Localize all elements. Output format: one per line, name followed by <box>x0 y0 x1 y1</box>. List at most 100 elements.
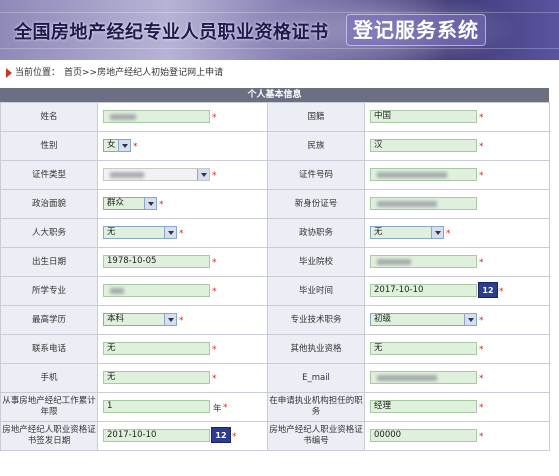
required-mark: * <box>499 287 504 297</box>
mobile-label: 手机 <box>0 363 98 393</box>
email-input[interactable] <box>370 371 477 384</box>
school-label: 毕业院校 <box>267 247 365 277</box>
required-mark: * <box>479 316 484 326</box>
education-value: 本科 <box>107 314 125 324</box>
breadcrumb: 当前位置： 首页 >>房地产经纪人初始登记网上申请 <box>0 66 559 80</box>
required-mark: * <box>212 113 217 123</box>
form-row: 所学专业 * 毕业时间 2017-10-10 12 * <box>0 276 550 306</box>
redacted-text <box>377 375 437 381</box>
required-mark: * <box>159 200 164 210</box>
form-row: 证件类型 * 证件号码 * <box>0 160 550 190</box>
political-status-value: 群众 <box>107 198 125 208</box>
required-mark: * <box>479 113 484 123</box>
form-row: 手机 无 * E_mail * <box>0 363 550 393</box>
required-mark: * <box>212 287 217 297</box>
education-label: 最高学历 <box>0 305 98 335</box>
nationality-label: 国籍 <box>267 102 365 132</box>
npc-position-label: 人大职务 <box>0 218 98 248</box>
npc-position-select[interactable]: 无 <box>103 226 177 239</box>
banner-line <box>0 12 559 13</box>
birth-date-label: 出生日期 <box>0 247 98 277</box>
phone-input[interactable]: 无 <box>103 342 210 355</box>
location-arrow-icon <box>6 68 12 78</box>
gender-select[interactable]: 女 <box>103 139 131 152</box>
chevron-down-icon[interactable] <box>431 227 443 238</box>
npc-position-value: 无 <box>107 227 116 237</box>
required-mark: * <box>479 374 484 384</box>
work-years-input[interactable]: 1 <box>103 400 210 413</box>
certificate-date-label: 房地产经纪人职业资格证书签发日期 <box>0 421 98 451</box>
certificate-date-input[interactable]: 2017-10-10 <box>103 429 210 442</box>
chevron-down-icon[interactable] <box>197 169 209 180</box>
work-years-label: 从事房地产经纪工作累计年限 <box>0 392 98 422</box>
required-mark: * <box>212 171 217 181</box>
required-mark: * <box>212 345 217 355</box>
mobile-input[interactable]: 无 <box>103 371 210 384</box>
chevron-down-icon[interactable] <box>144 198 156 209</box>
cppcc-position-select[interactable]: 无 <box>370 226 444 239</box>
redacted-text <box>377 259 411 265</box>
agency-position-input[interactable]: 经理 <box>370 400 477 413</box>
redacted-text <box>110 114 136 120</box>
banner-title: 全国房地产经纪专业人员职业资格证书 <box>14 22 329 43</box>
major-input[interactable] <box>103 284 210 297</box>
professional-title-select[interactable]: 初级 <box>370 313 477 326</box>
political-status-select[interactable]: 群众 <box>103 197 157 210</box>
redacted-text <box>377 201 437 207</box>
other-qualification-input[interactable]: 无 <box>370 342 477 355</box>
required-mark: * <box>479 345 484 355</box>
certificate-number-label: 房地产经纪人职业资格证书编号 <box>267 421 365 451</box>
header-banner: 全国房地产经纪专业人员职业资格证书 登记服务系统 <box>0 0 559 60</box>
personal-info-form: 姓名 * 国籍 中国 * 性别 女 * 民族 汉 * 证件类型 * 证件号码 *… <box>0 102 550 451</box>
certificate-number-input[interactable]: 00000 <box>370 429 477 442</box>
chevron-down-icon[interactable] <box>164 227 176 238</box>
form-row: 姓名 * 国籍 中国 * <box>0 102 550 132</box>
required-mark: * <box>133 142 138 152</box>
form-row: 联系电话 无 * 其他执业资格 无 * <box>0 334 550 364</box>
required-mark: * <box>479 432 484 442</box>
required-mark: * <box>223 403 228 413</box>
banner-subtitle: 登记服务系统 <box>346 14 486 46</box>
professional-title-value: 初级 <box>374 314 392 324</box>
form-row: 出生日期 1978-10-05 * 毕业院校 * <box>0 247 550 277</box>
other-qualification-label: 其他执业资格 <box>267 334 365 364</box>
political-status-label: 政治面貌 <box>0 189 98 219</box>
id-type-select[interactable] <box>103 168 210 181</box>
chevron-down-icon[interactable] <box>464 314 476 325</box>
cppcc-position-value: 无 <box>374 227 383 237</box>
nationality-input[interactable]: 中国 <box>370 110 477 123</box>
ethnicity-input[interactable]: 汉 <box>370 139 477 152</box>
section-title: 个人基本信息 <box>0 88 549 102</box>
chevron-down-icon[interactable] <box>164 314 176 325</box>
ethnicity-label: 民族 <box>267 131 365 161</box>
required-mark: * <box>479 142 484 152</box>
chevron-down-icon[interactable] <box>118 140 130 151</box>
name-label: 姓名 <box>0 102 98 132</box>
breadcrumb-home-link[interactable]: 首页 <box>64 66 82 80</box>
required-mark: * <box>179 229 184 239</box>
gender-value: 女 <box>107 140 116 150</box>
form-row: 性别 女 * 民族 汉 * <box>0 131 550 161</box>
work-years-unit: 年 <box>213 404 222 414</box>
education-select[interactable]: 本科 <box>103 313 177 326</box>
id-number-input[interactable] <box>370 168 477 181</box>
required-mark: * <box>479 403 484 413</box>
school-input[interactable] <box>370 255 477 268</box>
redacted-text <box>110 288 124 294</box>
calendar-icon[interactable]: 12 <box>478 282 498 298</box>
agency-position-label: 在申请执业机构担任的职务 <box>267 392 365 422</box>
id-type-label: 证件类型 <box>0 160 98 190</box>
birth-date-input[interactable]: 1978-10-05 <box>103 255 210 268</box>
calendar-icon[interactable]: 12 <box>211 427 231 443</box>
form-row: 最高学历 本科 * 专业技术职务 初级 * <box>0 305 550 335</box>
breadcrumb-label: 当前位置： <box>15 68 61 78</box>
name-input[interactable] <box>103 110 210 123</box>
gender-label: 性别 <box>0 131 98 161</box>
required-mark: * <box>212 374 217 384</box>
new-id-label: 新身份证号 <box>267 189 365 219</box>
new-id-input[interactable] <box>370 197 477 210</box>
required-mark: * <box>446 229 451 239</box>
graduation-time-input[interactable]: 2017-10-10 <box>370 284 477 297</box>
form-row: 人大职务 无 * 政协职务 无 * <box>0 218 550 248</box>
graduation-time-label: 毕业时间 <box>267 276 365 306</box>
